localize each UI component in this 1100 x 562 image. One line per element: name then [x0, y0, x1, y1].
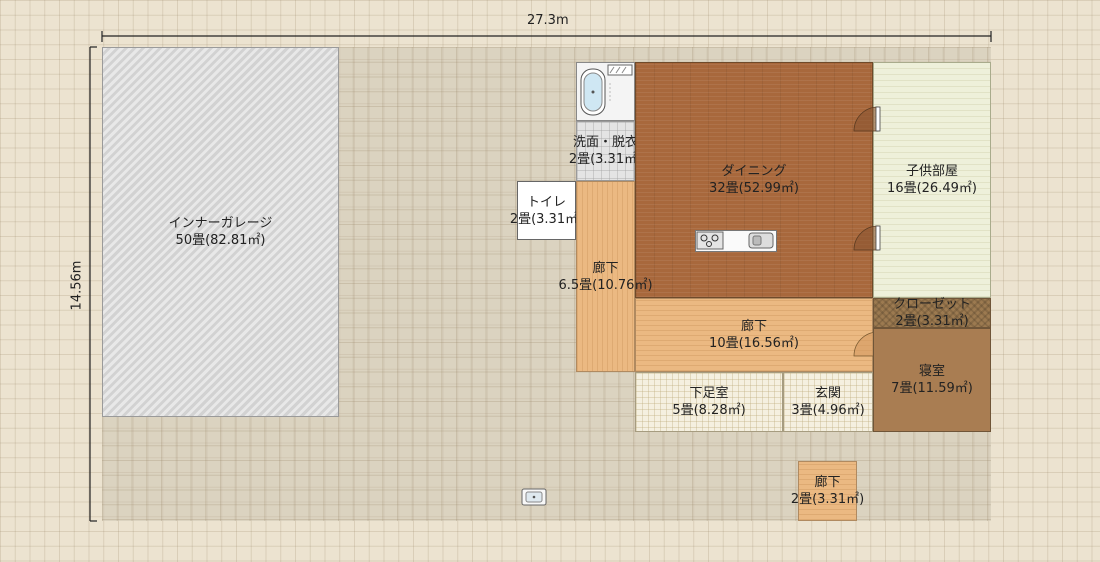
room-name: 洗面・脱衣 [573, 135, 639, 150]
room-size: 16畳(26.49㎡) [887, 181, 977, 196]
room-name: クローゼット [892, 297, 971, 312]
room-inner-garage[interactable]: インナーガレージ 50畳(82.81㎡) [102, 47, 339, 417]
room-hallway-south[interactable]: 廊下 2畳(3.31㎡) [791, 461, 864, 521]
room-size: 2畳(3.31㎡) [790, 492, 865, 507]
room-name: ダイニング [721, 164, 787, 179]
room-size: 50畳(82.81㎡) [175, 233, 266, 248]
room-entrance[interactable]: 玄関 3畳(4.96㎡) [783, 372, 873, 432]
width-dimension-label: 27.3m [527, 13, 569, 28]
room-name: 子供部屋 [905, 164, 958, 179]
room-bedroom[interactable]: 寝室 7畳(11.59㎡) [873, 328, 991, 432]
room-size: 10畳(16.56㎡) [709, 336, 799, 351]
room-size: 3畳(4.96㎡) [791, 403, 865, 418]
room-name: トイレ [526, 194, 566, 210]
door-icon [853, 106, 881, 132]
room-name: インナーガレージ [168, 216, 273, 231]
room-closet[interactable]: クローゼット 2畳(3.31㎡) [873, 297, 991, 329]
room-name: 寝室 [918, 364, 945, 379]
room-hallway-center[interactable]: 廊下 10畳(16.56㎡) [635, 298, 873, 372]
room-size: 7畳(11.59㎡) [891, 381, 973, 396]
room-kids[interactable]: 子供部屋 16畳(26.49㎡) [873, 62, 991, 298]
room-toilet[interactable]: トイレ 2畳(3.31㎡) [510, 181, 583, 240]
room-name: 廊下 [814, 475, 841, 490]
room-size: 5畳(8.28㎡) [672, 403, 746, 418]
room-name: 廊下 [740, 319, 767, 334]
room-size: 2畳(3.31㎡) [509, 211, 584, 227]
height-dimension-label: 14.56m [69, 260, 85, 311]
room-size: 32畳(52.99㎡) [709, 181, 799, 196]
room-bath[interactable] [576, 62, 635, 121]
room-hallway-west[interactable]: 廊下 6.5畳(10.76㎡) [558, 181, 653, 372]
sink-icon [521, 488, 547, 506]
room-dining[interactable]: ダイニング 32畳(52.99㎡) [635, 62, 873, 298]
room-shoe-room[interactable]: 下足室 5畳(8.28㎡) [635, 372, 783, 432]
room-size: 6.5畳(10.76㎡) [558, 277, 653, 293]
room-washroom[interactable]: 洗面・脱衣 2畳(3.31㎡) [569, 121, 642, 181]
kitchen-counter-icon [695, 230, 777, 252]
room-size: 2畳(3.31㎡) [568, 152, 643, 167]
room-name: 下足室 [689, 386, 729, 401]
bathtub-icon [580, 64, 633, 116]
room-name: 玄関 [814, 386, 841, 401]
door-icon [853, 225, 881, 251]
room-name: 廊下 [592, 260, 619, 276]
